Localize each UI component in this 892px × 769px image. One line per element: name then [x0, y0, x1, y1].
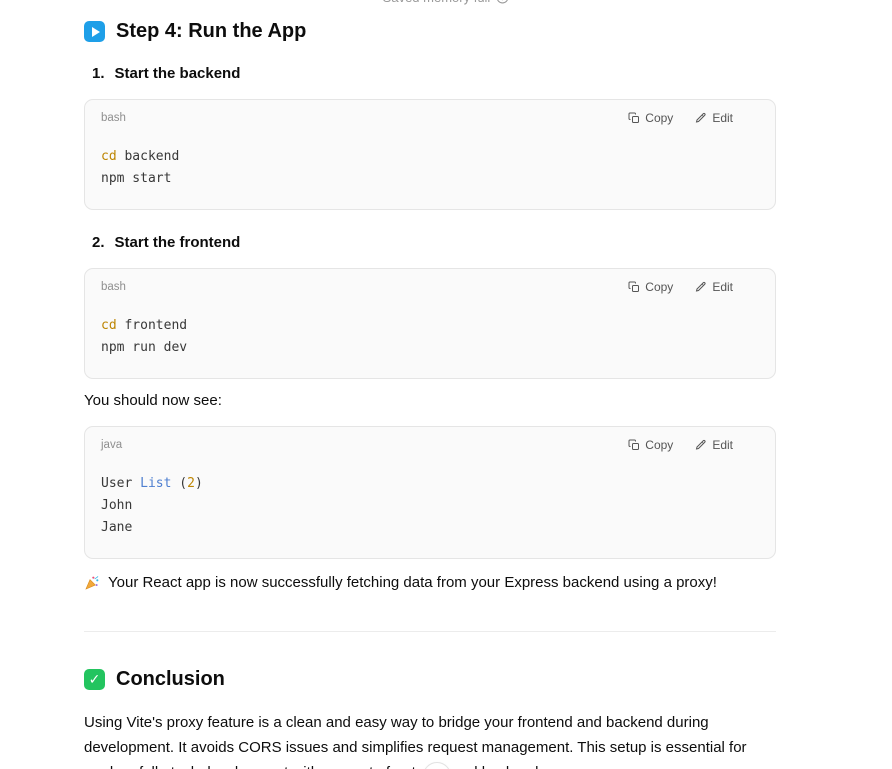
check-mark-emoji-icon: ✓ [84, 669, 105, 690]
code-content[interactable]: cd frontendnpm run dev [85, 294, 775, 378]
pencil-icon [695, 112, 707, 124]
copy-button[interactable]: Copy [628, 280, 673, 294]
play-button-emoji-icon [84, 21, 105, 42]
list-label: Start the frontend [115, 234, 241, 251]
see-text: You should now see: [84, 392, 776, 409]
pencil-icon [695, 281, 707, 293]
success-line: Your React app is now successfully fetch… [84, 574, 776, 591]
success-text: Your React app is now successfully fetch… [108, 574, 717, 591]
edit-button[interactable]: Edit [695, 111, 733, 125]
code-content[interactable]: User List (2)JohnJane [85, 452, 775, 558]
code-language-label: bash [101, 281, 126, 293]
copy-icon [628, 112, 640, 124]
copy-button[interactable]: Copy [628, 438, 673, 452]
step-heading-text: Step 4: Run the App [116, 20, 306, 43]
list-item-backend: 1. Start the backend [92, 65, 776, 82]
code-block-frontend: bash Copy Edit cd frontendnpm run dev [84, 268, 776, 379]
conclusion-heading-text: Conclusion [116, 668, 225, 691]
party-popper-icon [84, 575, 100, 591]
message-content: Step 4: Run the App 1. Start the backend… [84, 0, 776, 769]
list-label: Start the backend [115, 65, 241, 82]
copy-icon [628, 281, 640, 293]
code-content[interactable]: cd backendnpm start [85, 125, 775, 209]
list-number: 2. [92, 234, 105, 251]
edit-button[interactable]: Edit [695, 438, 733, 452]
step-heading: Step 4: Run the App [84, 20, 776, 43]
section-divider [84, 631, 776, 632]
code-block-output: java Copy Edit User List (2)JohnJane [84, 426, 776, 559]
copy-icon [628, 439, 640, 451]
conclusion-heading: ✓ Conclusion [84, 668, 776, 691]
list-item-frontend: 2. Start the frontend [92, 234, 776, 251]
edit-button[interactable]: Edit [695, 280, 733, 294]
copy-button[interactable]: Copy [628, 111, 673, 125]
code-block-backend: bash Copy Edit cd backendnpm start [84, 99, 776, 210]
pencil-icon [695, 439, 707, 451]
code-language-label: java [101, 439, 122, 451]
chat-response-page: Saved memory full Step 4: Run the App 1.… [0, 0, 892, 769]
code-language-label: bash [101, 112, 126, 124]
conclusion-paragraph: Using Vite's proxy feature is a clean an… [84, 710, 776, 769]
list-number: 1. [92, 65, 105, 82]
